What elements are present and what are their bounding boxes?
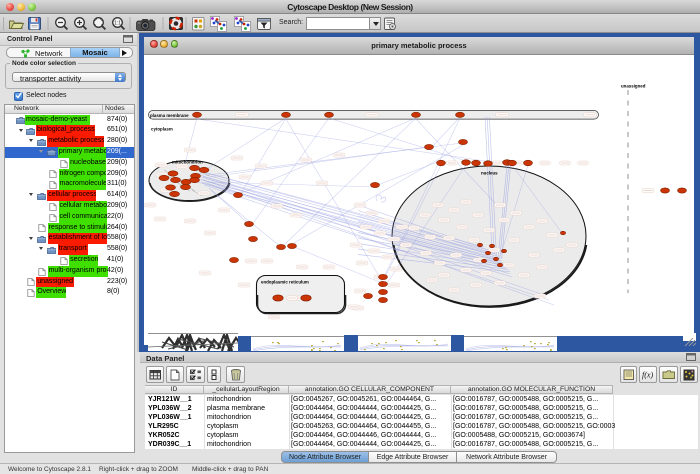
svg-text:mitochondrion: mitochondrion <box>172 160 203 165</box>
svg-text:nucleus: nucleus <box>481 171 498 176</box>
svg-text:f(x): f(x) <box>642 371 653 380</box>
svg-text:unassigned: unassigned <box>621 84 646 89</box>
svg-text:endoplasmic reticulum: endoplasmic reticulum <box>261 280 309 285</box>
svg-text:1:1: 1:1 <box>114 21 121 27</box>
svg-text:plasma membrane: plasma membrane <box>150 113 189 118</box>
svg-text:cytoplasm: cytoplasm <box>151 127 173 132</box>
